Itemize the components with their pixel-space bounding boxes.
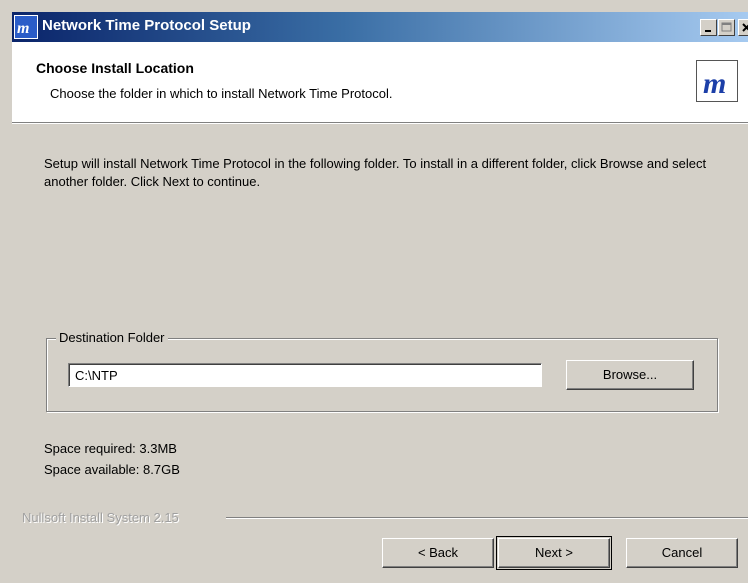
maximize-icon <box>721 22 732 32</box>
cancel-button[interactable]: Cancel <box>626 538 738 568</box>
space-required: Space required: 3.3MB <box>44 441 177 456</box>
back-button-label: < Back <box>417 545 459 560</box>
intro-text: Setup will install Network Time Protocol… <box>44 156 707 189</box>
footer-separator <box>226 517 748 519</box>
setup-window: m Network Time Protocol Setup Choose Ins… <box>0 0 748 583</box>
minimize-icon <box>705 30 711 32</box>
header-separator <box>12 122 748 124</box>
title-bar[interactable]: m Network Time Protocol Setup <box>12 12 748 42</box>
nsis-m-logo-icon: m <box>696 60 738 102</box>
app-icon: m <box>14 15 38 39</box>
next-button[interactable]: Next > <box>498 538 610 568</box>
browse-button-label: Browse... <box>602 367 658 382</box>
browse-button[interactable]: Browse... <box>566 360 694 390</box>
close-button[interactable] <box>738 19 748 36</box>
page-subtitle: Choose the folder in which to install Ne… <box>50 86 393 101</box>
nsis-branding: Nullsoft Install System 2.15 <box>22 510 179 525</box>
space-available: Space available: 8.7GB <box>44 462 180 477</box>
destination-path-input[interactable] <box>68 363 542 387</box>
svg-text:m: m <box>17 20 29 37</box>
next-button-label: Next > <box>535 545 573 560</box>
header-panel: Choose Install Location Choose the folde… <box>12 42 748 122</box>
page-title: Choose Install Location <box>36 60 194 76</box>
close-icon <box>742 23 748 32</box>
maximize-button[interactable] <box>718 19 735 36</box>
back-button[interactable]: < Back <box>382 538 494 568</box>
minimize-button[interactable] <box>700 19 717 36</box>
cancel-button-label: Cancel <box>661 545 703 560</box>
destination-folder-label: Destination Folder <box>56 330 168 345</box>
svg-text:m: m <box>703 67 726 100</box>
window-title: Network Time Protocol Setup <box>42 17 251 34</box>
